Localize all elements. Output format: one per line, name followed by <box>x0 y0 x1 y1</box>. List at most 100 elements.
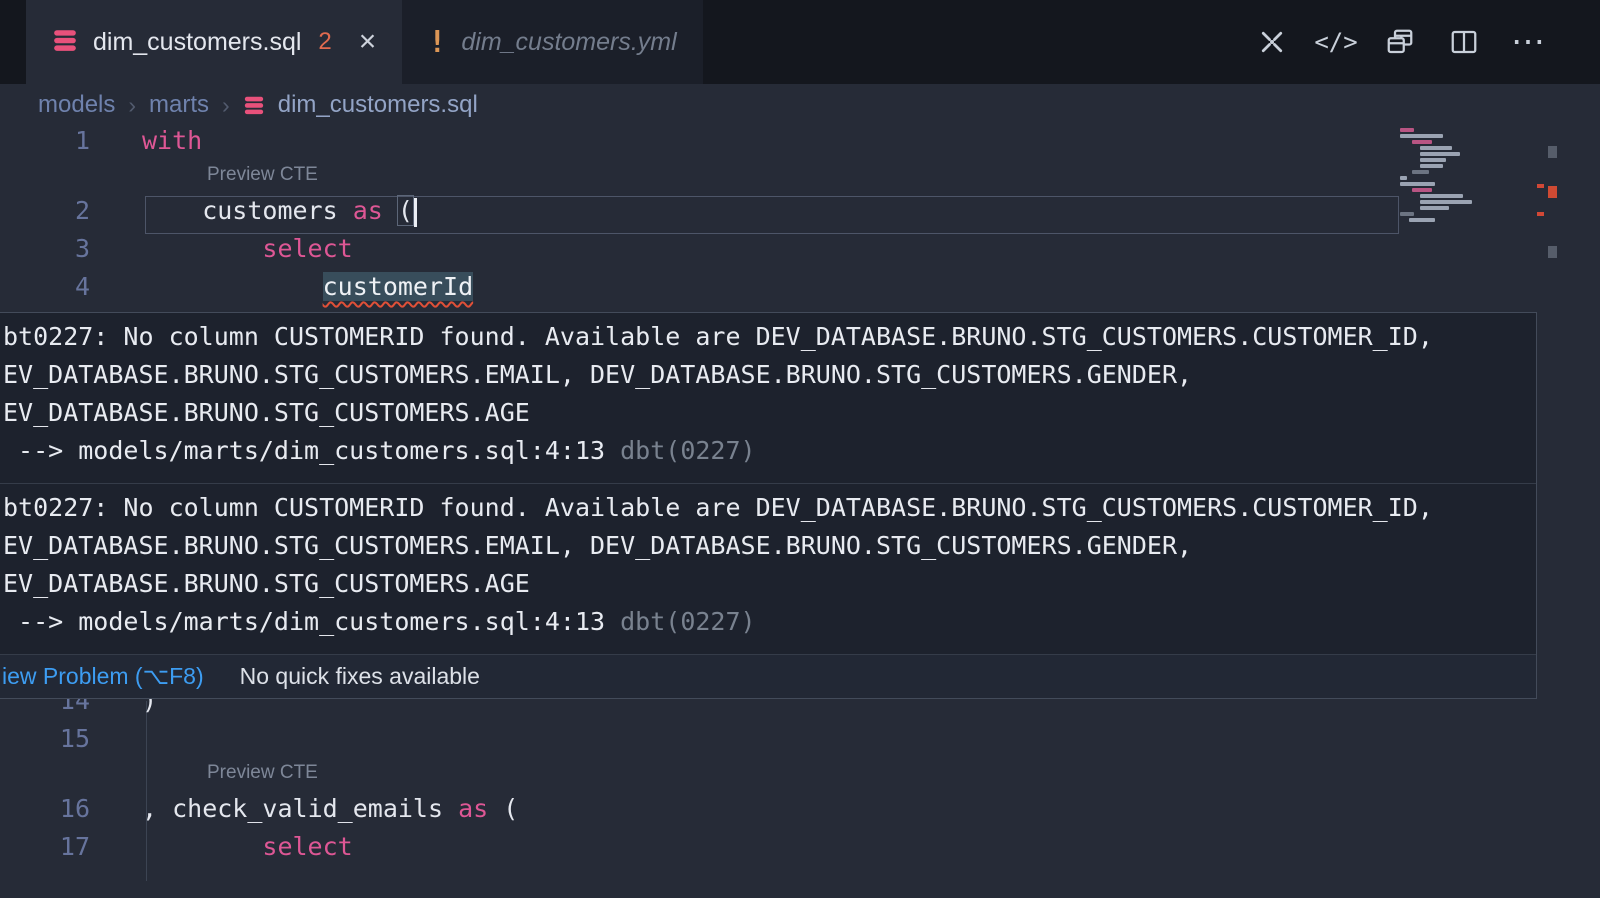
diagnostic-location-line: --> models/marts/dim_customers.sql:4:13 d… <box>3 607 1536 645</box>
code-line[interactable]: 4customerId <box>0 272 1600 310</box>
token: customerId <box>323 272 474 301</box>
minimap-line <box>1400 212 1414 216</box>
codelens-row[interactable]: Preview CTE <box>0 762 1600 794</box>
minimap-line <box>1400 182 1435 186</box>
minimap-line <box>1420 146 1452 150</box>
code-text: select <box>142 234 353 263</box>
diagnostic-location: --> models/marts/dim_customers.sql:4:13 <box>3 436 605 465</box>
minimap-line <box>1400 128 1414 132</box>
dbt-logo-icon[interactable] <box>1256 26 1288 58</box>
minimap-line <box>1412 140 1432 144</box>
token: ( <box>398 196 413 225</box>
minimap-error-marker <box>1537 212 1544 216</box>
code-text: with <box>142 126 202 155</box>
codelens-preview-cte[interactable]: Preview CTE <box>207 164 318 186</box>
line-number: 3 <box>0 234 90 263</box>
overview-ruler-mark <box>1548 246 1557 258</box>
code-lines-top: 1withPreview CTE2customers as (3select4c… <box>0 126 1600 310</box>
line-number: 1 <box>0 126 90 155</box>
minimap[interactable] <box>1400 128 1544 234</box>
line-number: 15 <box>0 724 90 753</box>
code-text: customers as ( <box>142 196 417 227</box>
breadcrumb: models › marts › dim_customers.sql <box>0 84 1600 126</box>
tab-dim-customers-yml[interactable]: ! dim_customers.yml <box>402 0 702 84</box>
breadcrumb-item-models[interactable]: models <box>38 91 115 119</box>
code-lines-bottom: 14)15Preview CTE16, check_valid_emails a… <box>0 686 1600 870</box>
diagnostic-message-line: EV_DATABASE.BRUNO.STG_CUSTOMERS.AGE <box>3 398 1536 436</box>
code-line[interactable]: 17 select <box>0 832 1600 870</box>
close-icon[interactable]: × <box>359 27 377 57</box>
editor-tab-bar: dim_customers.sql 2 × ! dim_customers.ym… <box>0 0 1600 84</box>
problem-hover-popup: bt0227: No column CUSTOMERID found. Avai… <box>0 312 1537 699</box>
line-number: 2 <box>0 196 90 225</box>
line-number: 16 <box>0 794 90 823</box>
code-text: customerId <box>142 272 473 301</box>
code-line[interactable]: 3 select <box>0 234 1600 272</box>
split-editor-icon[interactable] <box>1448 26 1480 58</box>
code-line[interactable]: 2 customers as ( <box>0 196 1600 234</box>
code-line[interactable]: 16 , check_valid_emails as ( <box>0 794 1600 832</box>
diagnostic-source: dbt(0227) <box>620 436 755 465</box>
token: ( <box>488 794 518 823</box>
minimap-error-marker <box>1537 184 1544 188</box>
minimap-line <box>1412 170 1429 174</box>
token <box>383 196 398 225</box>
token: select <box>262 234 352 263</box>
codelens-preview-cte[interactable]: Preview CTE <box>207 762 318 784</box>
code-icon[interactable]: </> <box>1320 26 1352 58</box>
token: , check_valid_emails <box>142 794 458 823</box>
chevron-right-icon: › <box>222 92 230 119</box>
diagnostic-block: bt0227: No column CUSTOMERID found. Avai… <box>0 313 1536 483</box>
line-number: 17 <box>0 832 90 861</box>
database-icon <box>243 94 265 116</box>
minimap-line <box>1420 164 1443 168</box>
tab-label: dim_customers.yml <box>461 28 676 57</box>
code-line[interactable]: 15 <box>0 724 1600 762</box>
overview-ruler-mark <box>1548 146 1557 158</box>
view-problem-link[interactable]: iew Problem (⌥F8) <box>0 663 204 690</box>
tab-dim-customers-sql[interactable]: dim_customers.sql 2 × <box>26 0 402 84</box>
minimap-line <box>1420 194 1463 198</box>
code-line[interactable]: 1 with <box>0 126 1600 164</box>
breadcrumb-item-marts[interactable]: marts <box>149 91 209 119</box>
diagnostic-source: dbt(0227) <box>620 607 755 636</box>
diagnostic-message-line: bt0227: No column CUSTOMERID found. Avai… <box>3 322 1536 360</box>
tab-label: dim_customers.sql <box>93 28 301 57</box>
minimap-line <box>1400 134 1443 138</box>
code-editor[interactable]: 1withPreview CTE2customers as (3select4c… <box>0 126 1600 898</box>
diagnostic-block: bt0227: No column CUSTOMERID found. Avai… <box>0 484 1536 654</box>
hover-status-bar: iew Problem (⌥F8) No quick fixes availab… <box>0 654 1536 698</box>
diagnostic-message-line: EV_DATABASE.BRUNO.STG_CUSTOMERS.AGE <box>3 569 1536 607</box>
minimap-line <box>1400 176 1407 180</box>
diagnostic-message-line: bt0227: No column CUSTOMERID found. Avai… <box>3 493 1536 531</box>
code-text: , check_valid_emails as ( <box>142 794 518 823</box>
codelens-row[interactable]: Preview CTE <box>0 164 1600 196</box>
text-cursor <box>414 198 417 227</box>
database-icon <box>52 27 78 58</box>
minimap-line <box>1420 152 1460 156</box>
warning-icon: ! <box>428 25 446 60</box>
no-quick-fixes-label: No quick fixes available <box>240 663 480 690</box>
minimap-line <box>1412 188 1432 192</box>
overview-ruler-mark <box>1548 186 1557 198</box>
chevron-right-icon: › <box>128 92 136 119</box>
code-text: select <box>142 832 353 861</box>
diagnostic-location: --> models/marts/dim_customers.sql:4:13 <box>3 607 605 636</box>
more-actions-icon[interactable]: ⋯ <box>1512 26 1544 58</box>
table-copy-icon[interactable] <box>1384 26 1416 58</box>
diagnostic-location-line: --> models/marts/dim_customers.sql:4:13 d… <box>3 436 1536 474</box>
problem-count-badge: 2 <box>318 28 331 56</box>
editor-actions: </> ⋯ <box>1256 0 1600 84</box>
minimap-line <box>1420 158 1446 162</box>
token: as <box>458 794 488 823</box>
token: with <box>142 126 202 155</box>
minimap-line <box>1420 200 1472 204</box>
token: as <box>353 196 383 225</box>
breadcrumb-item-file[interactable]: dim_customers.sql <box>278 91 478 119</box>
diagnostic-message-line: EV_DATABASE.BRUNO.STG_CUSTOMERS.EMAIL, D… <box>3 531 1536 569</box>
token: customers <box>202 196 353 225</box>
minimap-line <box>1409 218 1435 222</box>
token: select <box>262 832 352 861</box>
minimap-line <box>1420 206 1449 210</box>
vscode-window: dim_customers.sql 2 × ! dim_customers.ym… <box>0 0 1600 898</box>
